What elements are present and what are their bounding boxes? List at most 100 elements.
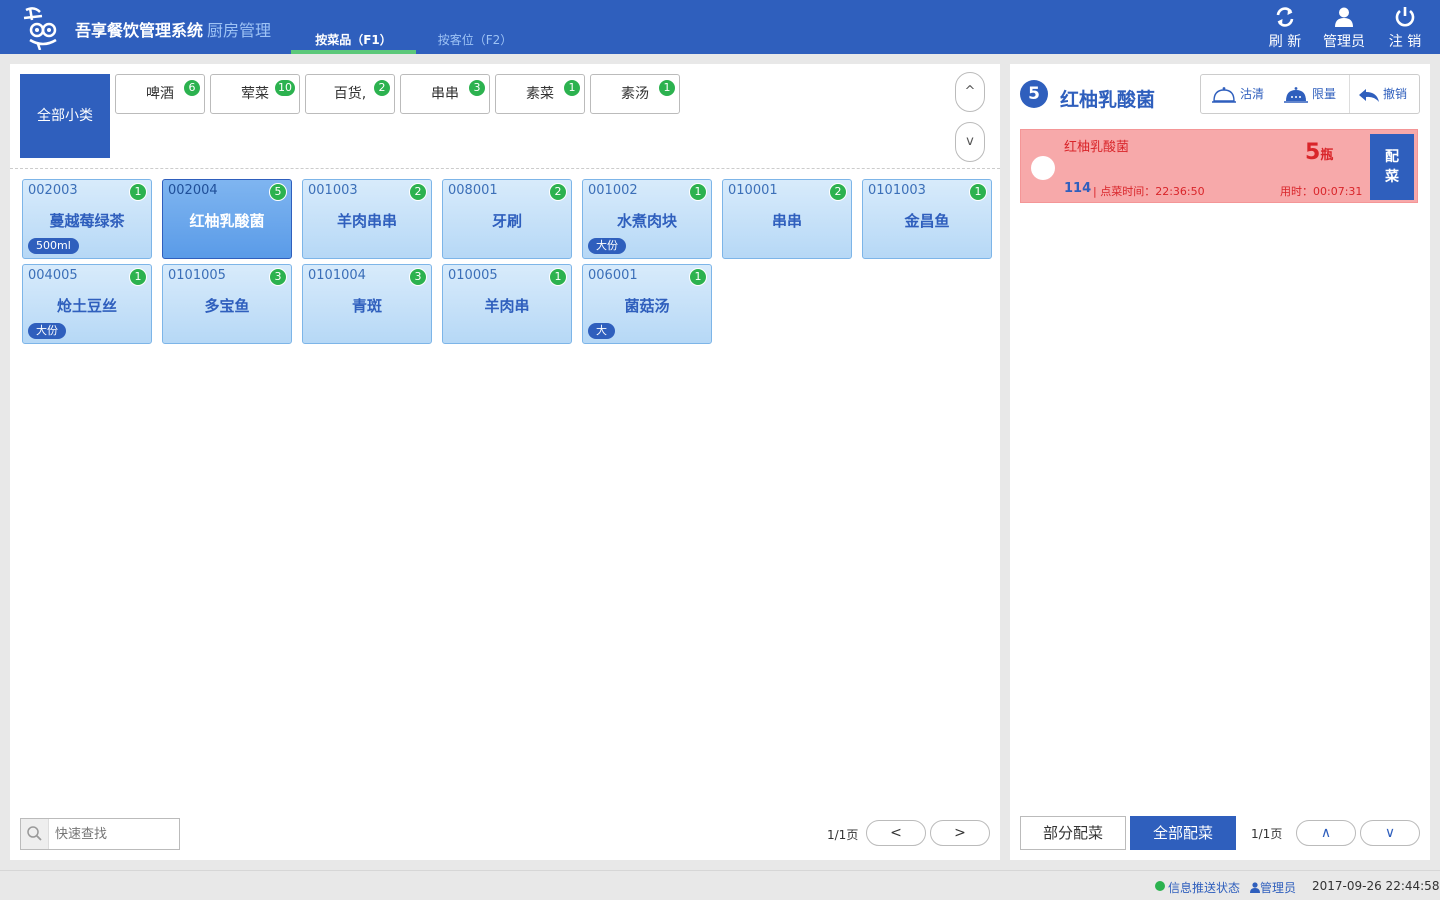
assign-dish-button[interactable]: 配 菜 [1370,134,1414,200]
category-button[interactable]: 素菜 1 [495,74,585,114]
dish-name: 多宝鱼 [204,297,250,315]
search-icon [21,819,49,849]
dish-code: 0101004 [308,268,366,283]
dish-tile[interactable]: 010005 1 羊肉串 [442,264,572,344]
dish-name: 羊肉串 [484,297,530,315]
dish-name: 串串 [771,212,802,230]
user-icon [1335,7,1353,27]
dish-code: 001003 [308,183,358,198]
dish-code: 004005 [28,268,78,283]
category-scroll-up-button[interactable]: ^ [955,72,985,112]
order-qty-number: 5 [1305,140,1321,165]
push-status-dot-icon [1155,881,1165,891]
page-indicator: 1/1页 [827,828,859,842]
status-user-name: 管理员 [1260,881,1297,895]
logout-button[interactable]: 注 销 [1380,6,1430,50]
order-select-checkbox[interactable] [1031,156,1055,180]
detail-page-indicator: 1/1页 [1251,827,1283,841]
limit-button[interactable]: 限量 [1283,75,1336,113]
dish-tile[interactable]: 0101004 3 青斑 [302,264,432,344]
partial-assign-button[interactable]: 部分配菜 [1020,816,1126,850]
dish-tile[interactable]: 004005 1 炝土豆丝 大份 [22,264,152,344]
dish-tile[interactable]: 002003 1 蔓越莓绿茶 500ml [22,179,152,259]
dish-code: 002004 [168,183,218,198]
category-button[interactable]: 串串 3 [400,74,490,114]
count-badge: 1 [658,79,676,97]
count-badge: 1 [129,183,147,201]
table-number: 114 [1064,181,1092,196]
logout-label: 注 销 [1388,34,1422,50]
dish-panel: 全部小类 啤酒 6 荤菜 10 百货, 2 串串 3 素菜 1 素汤 1 ^ v… [10,64,1000,860]
limit-label: 限量 [1312,87,1337,101]
category-button[interactable]: 百货, 2 [305,74,395,114]
category-scroll-down-button[interactable]: v [955,122,985,162]
category-button[interactable]: 啤酒 6 [115,74,205,114]
category-label: 素汤 [621,86,649,102]
category-button[interactable]: 荤菜 10 [210,74,300,114]
order-card[interactable]: 红柚乳酸菌 5瓶 114 | 点菜时间：22:36:50 用时：00:07:31… [1020,129,1418,203]
dish-code: 0101005 [168,268,226,283]
category-label: 素菜 [526,86,554,102]
dish-tile[interactable]: 006001 1 菌菇汤 大 [582,264,712,344]
spec-badge: 大 [588,323,615,339]
spec-badge: 500ml [28,238,79,254]
category-label: 荤菜 [241,86,269,102]
dish-name: 水煮肉块 [616,212,677,230]
order-time: | 点菜时间：22:36:50 [1093,185,1205,198]
elapsed-time: 用时：00:07:31 [1280,185,1363,198]
dish-name: 蔓越莓绿茶 [49,212,125,230]
admin-label: 管理员 [1323,34,1365,50]
push-status-text: 信息推送状态 [1168,881,1241,895]
sold-out-label: 沽清 [1240,87,1265,101]
assign-all-button[interactable]: 全部配菜 [1130,816,1236,850]
app-title: 吾享餐饮管理系统 [75,21,204,40]
undo-icon [1359,88,1379,102]
count-badge: 6 [183,79,201,97]
tab-by-dish[interactable]: 按菜品（F1） [291,30,416,54]
dish-tile[interactable]: 010001 2 串串 [722,179,852,259]
dish-tile[interactable]: 008001 2 牙刷 [442,179,572,259]
dish-tile[interactable]: 001002 1 水煮肉块 大份 [582,179,712,259]
status-datetime: 2017-09-26 22:44:58 [1312,879,1440,893]
selected-count-badge: 5 [1020,80,1048,108]
status-bar: 信息推送状态 管理员 2017-09-26 22:44:58 [0,870,1440,900]
order-dish-name: 红柚乳酸菌 [1064,140,1130,155]
category-button[interactable]: 素汤 1 [590,74,680,114]
category-label: 啤酒 [146,86,174,102]
dish-tile-selected[interactable]: 002004 5 红柚乳酸菌 [162,179,292,259]
admin-button[interactable]: 管理员 [1319,6,1369,50]
count-badge: 1 [563,79,581,97]
next-page-button[interactable]: > [930,820,990,846]
undo-label: 撤销 [1383,87,1408,101]
user-icon [1250,882,1260,893]
category-all-button[interactable]: 全部小类 [20,74,110,158]
dish-name: 红柚乳酸菌 [189,212,265,230]
undo-button[interactable]: 撤销 [1349,75,1407,113]
prev-page-button[interactable]: < [866,820,926,846]
sold-out-button[interactable]: 沽清 [1211,75,1264,113]
refresh-button[interactable]: 刷 新 [1260,6,1310,50]
spec-badge: 大份 [588,238,626,254]
cloche-icon [1284,86,1308,103]
divider [10,168,1000,169]
detail-scroll-down-button[interactable]: ∨ [1360,820,1420,846]
dish-name: 菌菇汤 [624,297,670,315]
count-badge: 1 [549,268,567,286]
dish-code: 001002 [588,183,638,198]
refresh-label: 刷 新 [1268,34,1302,50]
dish-tile[interactable]: 0101005 3 多宝鱼 [162,264,292,344]
dish-tile[interactable]: 0101003 1 金昌鱼 [862,179,992,259]
selected-dish-title: 红柚乳酸菌 [1060,89,1156,111]
tab-by-table[interactable]: 按客位（F2） [425,30,525,54]
order-quantity: 5瓶 [1305,140,1333,165]
refresh-icon [1276,7,1294,27]
search-input[interactable] [51,819,176,849]
count-badge: 1 [129,268,147,286]
dish-code: 0101003 [868,183,926,198]
count-badge: 3 [409,268,427,286]
dish-tile[interactable]: 001003 2 羊肉串串 [302,179,432,259]
quick-search [20,818,180,850]
detail-scroll-up-button[interactable]: ∧ [1296,820,1356,846]
category-label: 百货, [333,86,367,102]
dish-name: 金昌鱼 [904,212,950,230]
